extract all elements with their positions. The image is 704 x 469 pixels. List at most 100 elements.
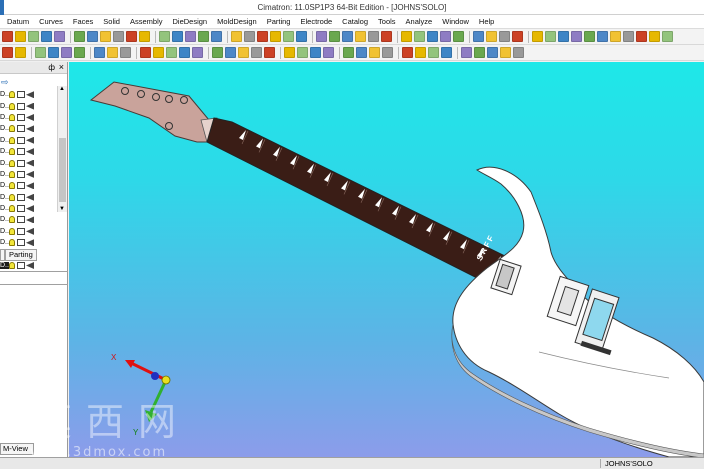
toolbar-button-icon[interactable] [212, 47, 223, 58]
feature-list-item[interactable]: D... [0, 100, 58, 111]
toolbar-button-icon[interactable] [487, 47, 498, 58]
toolbar-button-icon[interactable] [15, 31, 26, 42]
feature-list-item[interactable]: D... [0, 157, 58, 168]
menu-item-tools[interactable]: Tools [373, 15, 401, 29]
feature-list-item[interactable]: D... [0, 180, 58, 191]
toolbar-button-icon[interactable] [369, 47, 380, 58]
menu-item-assembly[interactable]: Assembly [125, 15, 168, 29]
visibility-bulb-icon[interactable] [9, 170, 15, 178]
toolbar-button-icon[interactable] [474, 47, 485, 58]
toolbar-button-icon[interactable] [172, 31, 183, 42]
menu-item-help[interactable]: Help [474, 15, 499, 29]
toolbar-button-icon[interactable] [401, 31, 412, 42]
toolbar-button-icon[interactable] [159, 31, 170, 42]
menu-item-window[interactable]: Window [437, 15, 474, 29]
visibility-bulb-icon[interactable] [9, 262, 15, 270]
toolbar-button-icon[interactable] [368, 31, 379, 42]
toolbar-button-icon[interactable] [87, 31, 98, 42]
toolbar-button-icon[interactable] [355, 31, 366, 42]
toolbar-button-icon[interactable] [571, 31, 582, 42]
menu-item-catalog[interactable]: Catalog [337, 15, 373, 29]
feature-list-item[interactable]: D... [0, 226, 58, 237]
app-icon[interactable] [0, 0, 4, 15]
close-icon[interactable]: × [59, 62, 64, 72]
toolbar-button-icon[interactable] [597, 31, 608, 42]
toolbar-button-icon[interactable] [636, 31, 647, 42]
toolbar-button-icon[interactable] [329, 31, 340, 42]
toolbar-button-icon[interactable] [343, 47, 354, 58]
toolbar-button-icon[interactable] [558, 31, 569, 42]
toolbar-button-icon[interactable] [61, 47, 72, 58]
feature-list-item[interactable]: D... [0, 192, 58, 203]
menu-item-datum[interactable]: Datum [2, 15, 34, 29]
toolbar-button-icon[interactable] [297, 47, 308, 58]
feature-list-item[interactable]: D... [0, 123, 58, 134]
toolbar-button-icon[interactable] [649, 31, 660, 42]
scroll-thumb[interactable] [59, 138, 66, 202]
graphics-viewport[interactable]: X Y SRFF [69, 62, 704, 457]
visibility-bulb-icon[interactable] [9, 91, 15, 99]
visibility-bulb-icon[interactable] [9, 136, 15, 144]
visibility-bulb-icon[interactable] [9, 113, 15, 121]
toolbar-button-icon[interactable] [74, 31, 85, 42]
toolbar-button-icon[interactable] [35, 47, 46, 58]
toolbar-button-icon[interactable] [185, 31, 196, 42]
toolbar-button-icon[interactable] [284, 47, 295, 58]
visibility-bulb-icon[interactable] [9, 125, 15, 133]
toolbar-button-icon[interactable] [238, 47, 249, 58]
toolbar-button-icon[interactable] [610, 31, 621, 42]
feature-list-item[interactable]: D... [0, 89, 58, 100]
toolbar-button-icon[interactable] [513, 47, 524, 58]
visibility-bulb-icon[interactable] [9, 148, 15, 156]
toolbar-button-icon[interactable] [662, 31, 673, 42]
toolbar-button-icon[interactable] [283, 31, 294, 42]
scroll-up-icon[interactable]: ▲ [59, 86, 65, 92]
toolbar-button-icon[interactable] [499, 31, 510, 42]
view-tab[interactable]: M-View [0, 443, 34, 455]
toolbar-button-icon[interactable] [382, 47, 393, 58]
toolbar-button-icon[interactable] [139, 31, 150, 42]
toolbar-button-icon[interactable] [94, 47, 105, 58]
tab-parting[interactable]: Parting [5, 249, 37, 261]
toolbar-button-icon[interactable] [415, 47, 426, 58]
toolbar-button-icon[interactable] [2, 31, 13, 42]
toolbar-button-icon[interactable] [107, 47, 118, 58]
toolbar-button-icon[interactable] [244, 31, 255, 42]
toolbar-button-icon[interactable] [310, 47, 321, 58]
toolbar-button-icon[interactable] [140, 47, 151, 58]
toolbar-button-icon[interactable] [251, 47, 262, 58]
feature-list-item[interactable]: D... [0, 169, 58, 180]
menu-item-molddesign[interactable]: MoldDesign [212, 15, 262, 29]
toolbar-button-icon[interactable] [2, 47, 13, 58]
toolbar-button-icon[interactable] [264, 47, 275, 58]
panel-scrollbar[interactable]: ▲ ▼ [57, 86, 67, 212]
menu-item-diedesign[interactable]: DieDesign [168, 15, 213, 29]
toolbar-button-icon[interactable] [166, 47, 177, 58]
menu-item-electrode[interactable]: Electrode [295, 15, 337, 29]
toolbar-button-icon[interactable] [532, 31, 543, 42]
toolbar-button-icon[interactable] [231, 31, 242, 42]
toolbar-button-icon[interactable] [402, 47, 413, 58]
toolbar-button-icon[interactable] [296, 31, 307, 42]
toolbar-button-icon[interactable] [440, 31, 451, 42]
toolbar-button-icon[interactable] [15, 47, 26, 58]
feature-list-item[interactable]: D... [0, 237, 58, 248]
menu-item-analyze[interactable]: Analyze [401, 15, 438, 29]
toolbar-button-icon[interactable] [126, 31, 137, 42]
toolbar-button-icon[interactable] [500, 47, 511, 58]
toolbar-button-icon[interactable] [54, 31, 65, 42]
menu-item-curves[interactable]: Curves [34, 15, 68, 29]
toolbar-button-icon[interactable] [453, 31, 464, 42]
visibility-bulb-icon[interactable] [9, 216, 15, 224]
toolbar-button-icon[interactable] [192, 47, 203, 58]
feature-list-item[interactable]: D... [0, 112, 58, 123]
visibility-bulb-icon[interactable] [9, 182, 15, 190]
toolbar-button-icon[interactable] [356, 47, 367, 58]
toolbar-button-icon[interactable] [100, 31, 111, 42]
menu-item-parting[interactable]: Parting [262, 15, 296, 29]
toolbar-button-icon[interactable] [323, 47, 334, 58]
toolbar-button-icon[interactable] [427, 31, 438, 42]
arrow-right-icon[interactable]: ⇨ [1, 77, 9, 88]
toolbar-button-icon[interactable] [381, 31, 392, 42]
feature-list-item[interactable]: D... [0, 146, 58, 157]
